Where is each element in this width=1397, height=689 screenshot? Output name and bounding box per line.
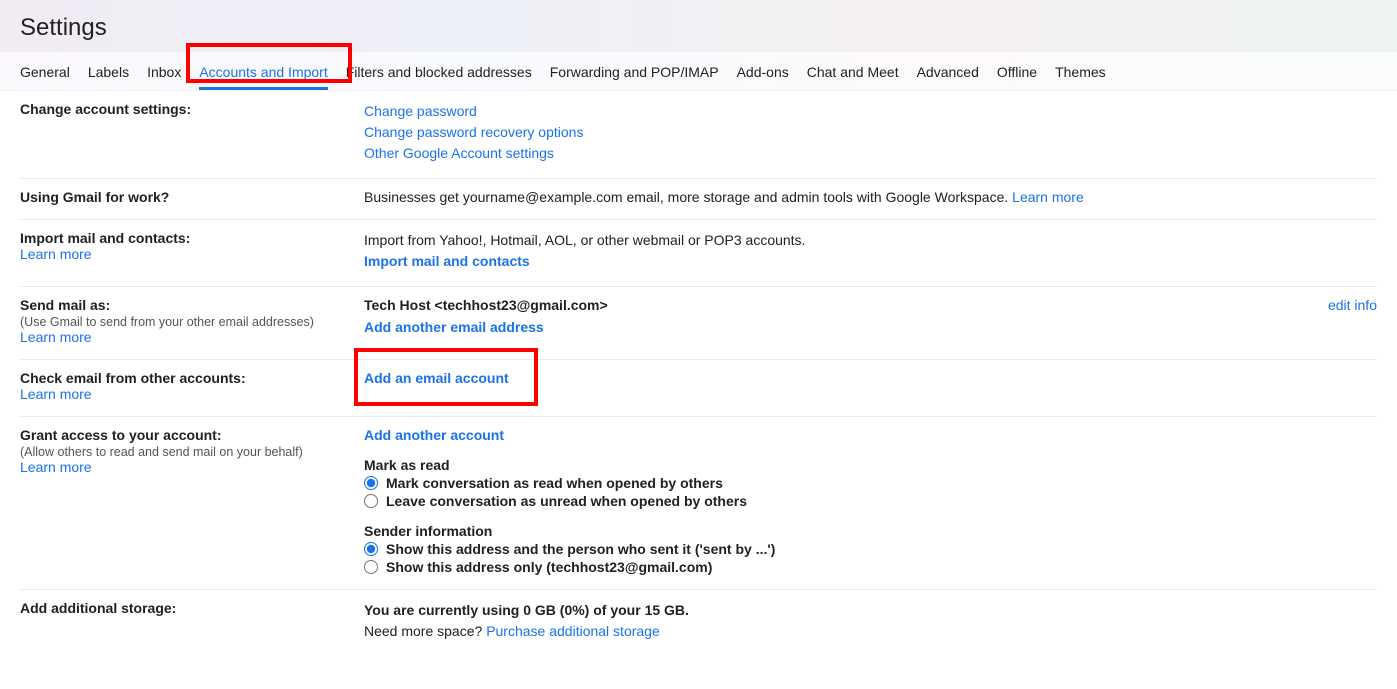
- mark-as-read-header: Mark as read: [364, 457, 1377, 473]
- add-another-account-link[interactable]: Add another account: [364, 427, 504, 443]
- mark-unread-label: Leave conversation as unread when opened…: [386, 493, 747, 509]
- sender-show-both-label: Show this address and the person who sen…: [386, 541, 775, 557]
- work-desc: Businesses get yourname@example.com emai…: [364, 189, 1012, 205]
- grant-sub: (Allow others to read and send mail on y…: [20, 445, 364, 459]
- tab-themes[interactable]: Themes: [1055, 64, 1106, 90]
- mark-read-option[interactable]: Mark conversation as read when opened by…: [364, 475, 1377, 491]
- sender-show-only-radio[interactable]: [364, 560, 378, 574]
- edit-info-link[interactable]: edit info: [1328, 297, 1377, 313]
- section-storage: Add additional storage: You are currentl…: [20, 590, 1377, 656]
- add-email-account-link[interactable]: Add an email account: [364, 370, 509, 386]
- sender-show-only-label: Show this address only (techhost23@gmail…: [386, 559, 712, 575]
- tab-advanced[interactable]: Advanced: [917, 64, 979, 90]
- section-import: Import mail and contacts: Learn more Imp…: [20, 220, 1377, 287]
- import-desc: Import from Yahoo!, Hotmail, AOL, or oth…: [364, 230, 1377, 251]
- tab-forwarding-and-pop-imap[interactable]: Forwarding and POP/IMAP: [550, 64, 719, 90]
- storage-usage: You are currently using 0 GB (0%) of you…: [364, 600, 1377, 621]
- tab-filters-and-blocked-addresses[interactable]: Filters and blocked addresses: [346, 64, 532, 90]
- import-title: Import mail and contacts:: [20, 230, 364, 246]
- import-learn-more-link[interactable]: Learn more: [20, 246, 92, 262]
- section-work: Using Gmail for work? Businesses get you…: [20, 179, 1377, 220]
- sender-show-both-option[interactable]: Show this address and the person who sen…: [364, 541, 1377, 557]
- storage-title: Add additional storage:: [20, 600, 364, 616]
- purchase-storage-link[interactable]: Purchase additional storage: [486, 623, 660, 639]
- sender-show-only-option[interactable]: Show this address only (techhost23@gmail…: [364, 559, 1377, 575]
- sender-info-header: Sender information: [364, 523, 1377, 539]
- other-account-settings-link[interactable]: Other Google Account settings: [364, 145, 554, 161]
- page-title: Settings: [20, 14, 1377, 42]
- mark-unread-radio[interactable]: [364, 494, 378, 508]
- send-as-learn-more-link[interactable]: Learn more: [20, 329, 92, 345]
- work-title: Using Gmail for work?: [20, 189, 364, 205]
- check-other-title: Check email from other accounts:: [20, 370, 364, 386]
- send-as-title: Send mail as:: [20, 297, 364, 313]
- grant-title: Grant access to your account:: [20, 427, 364, 443]
- storage-need: Need more space?: [364, 623, 486, 639]
- work-learn-more-link[interactable]: Learn more: [1012, 189, 1084, 205]
- settings-header: Settings: [0, 0, 1397, 52]
- tab-chat-and-meet[interactable]: Chat and Meet: [807, 64, 899, 90]
- tab-general[interactable]: General: [20, 64, 70, 90]
- tab-accounts-and-import[interactable]: Accounts and Import: [199, 64, 327, 90]
- change-account-title: Change account settings:: [20, 101, 364, 117]
- grant-learn-more-link[interactable]: Learn more: [20, 459, 92, 475]
- settings-sections: Change account settings: Change password…: [0, 91, 1397, 656]
- section-check-other: Check email from other accounts: Learn m…: [20, 360, 1377, 417]
- add-another-email-link[interactable]: Add another email address: [364, 319, 544, 335]
- mark-read-label: Mark conversation as read when opened by…: [386, 475, 723, 491]
- check-other-learn-more-link[interactable]: Learn more: [20, 386, 92, 402]
- section-change-account: Change account settings: Change password…: [20, 91, 1377, 179]
- send-as-sub: (Use Gmail to send from your other email…: [20, 315, 364, 329]
- import-mail-contacts-link[interactable]: Import mail and contacts: [364, 253, 530, 269]
- mark-read-radio[interactable]: [364, 476, 378, 490]
- section-send-as: Send mail as: (Use Gmail to send from yo…: [20, 287, 1377, 360]
- tab-add-ons[interactable]: Add-ons: [737, 64, 789, 90]
- change-recovery-link[interactable]: Change password recovery options: [364, 124, 583, 140]
- send-as-identity: Tech Host <techhost23@gmail.com>: [364, 297, 1328, 313]
- tabs-bar: General Labels Inbox Accounts and Import Fil…: [0, 52, 1397, 91]
- mark-unread-option[interactable]: Leave conversation as unread when opened…: [364, 493, 1377, 509]
- change-password-link[interactable]: Change password: [364, 103, 477, 119]
- tab-offline[interactable]: Offline: [997, 64, 1037, 90]
- section-grant-access: Grant access to your account: (Allow oth…: [20, 417, 1377, 590]
- tab-inbox[interactable]: Inbox: [147, 64, 181, 90]
- tab-labels[interactable]: Labels: [88, 64, 129, 90]
- sender-show-both-radio[interactable]: [364, 542, 378, 556]
